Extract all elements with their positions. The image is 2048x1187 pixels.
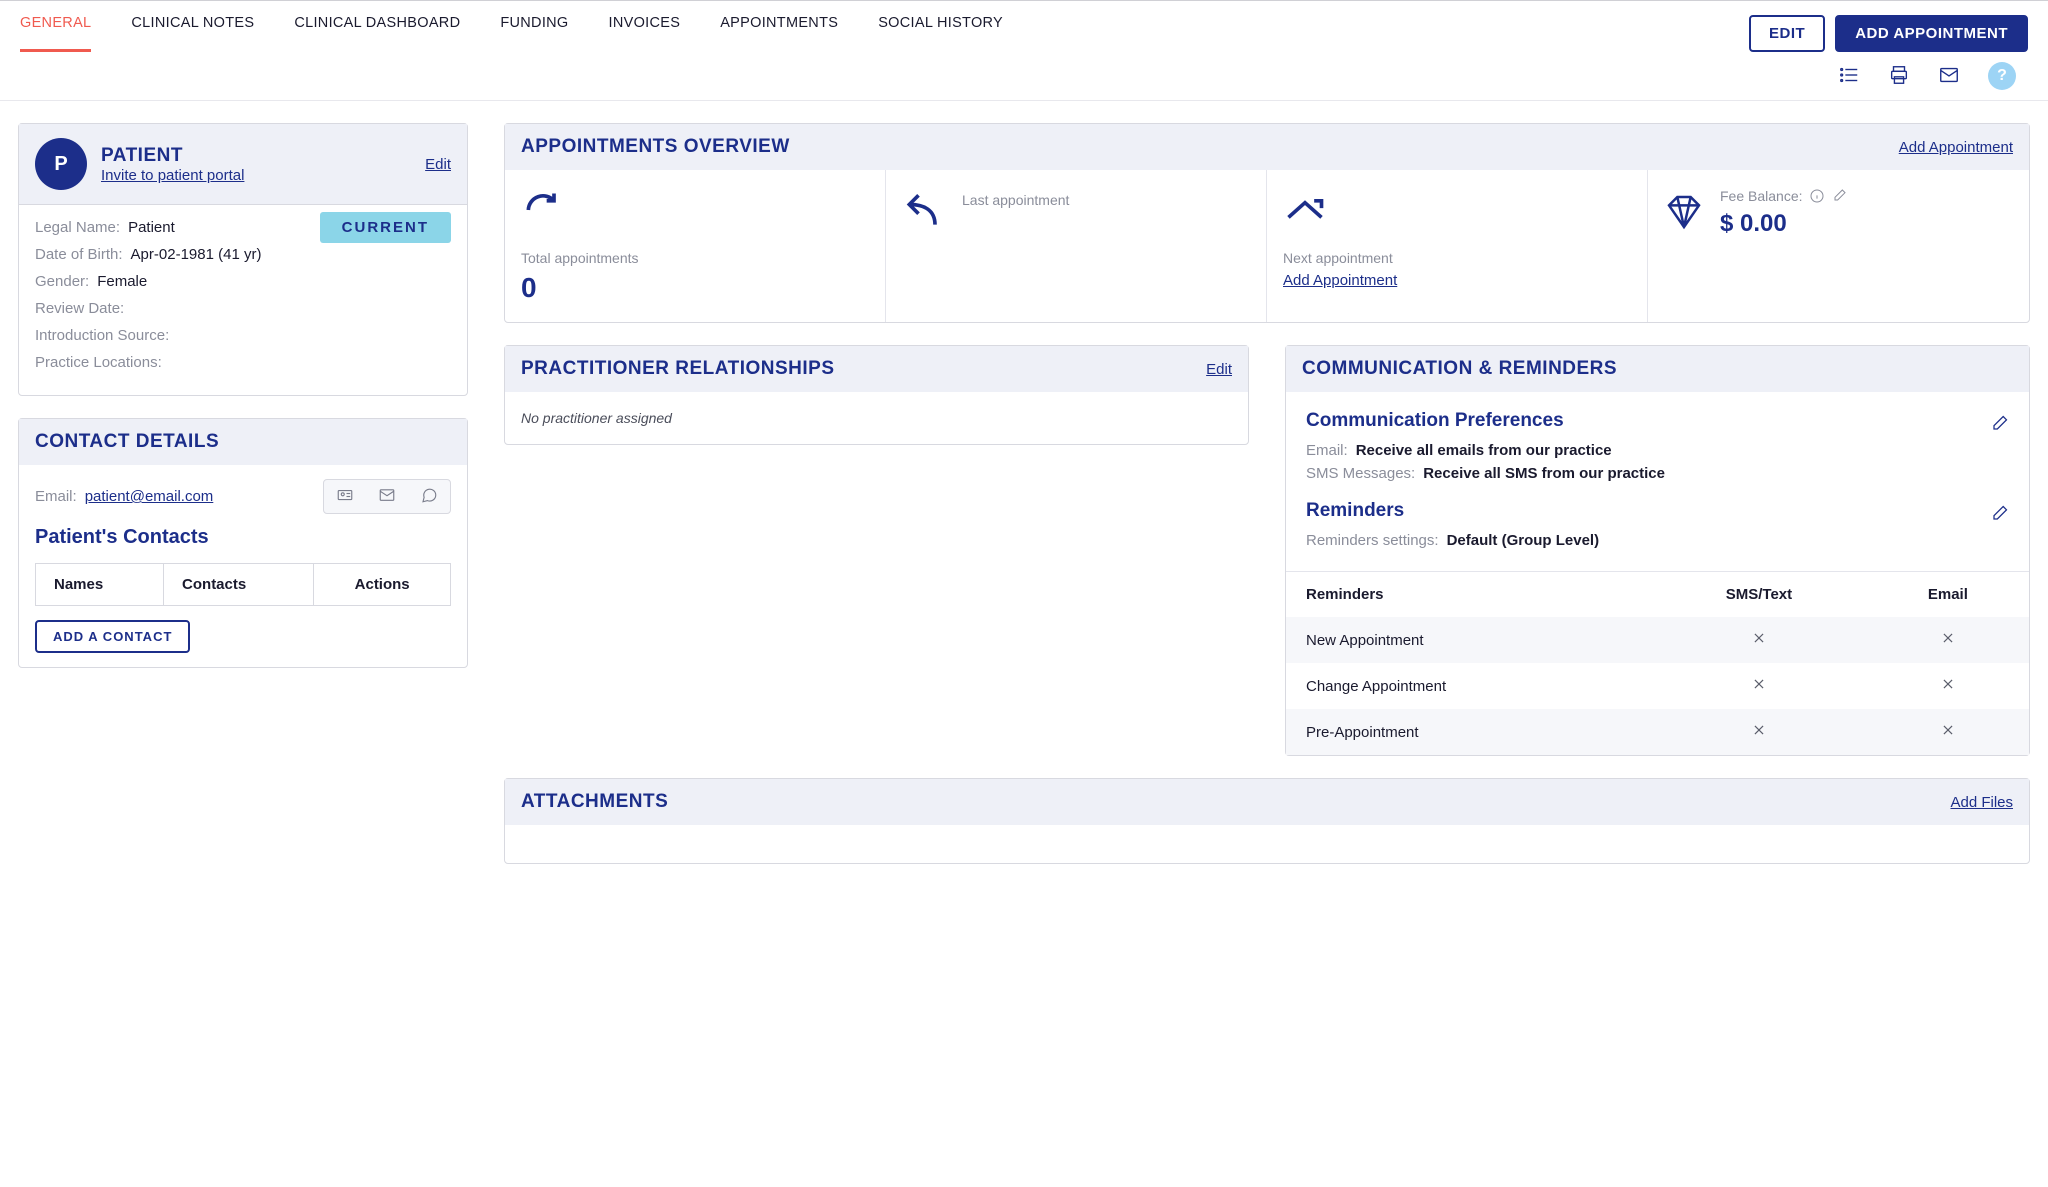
- rem-row-1-sms: [1651, 663, 1867, 709]
- comm-pref-title: Communication Preferences: [1306, 410, 1564, 432]
- rem-col-sms: SMS/Text: [1651, 572, 1867, 618]
- tab-appointments[interactable]: APPOINTMENTS: [720, 15, 838, 52]
- top-bar: GENERAL CLINICAL NOTES CLINICAL DASHBOAR…: [0, 0, 2048, 52]
- rem-row-1-label: Change Appointment: [1286, 663, 1651, 709]
- attachments-title: ATTACHMENTS: [521, 791, 668, 813]
- refresh-icon: [521, 188, 869, 232]
- practitioner-empty: No practitioner assigned: [521, 406, 1232, 430]
- contacts-table: Names Contacts Actions: [35, 563, 451, 606]
- rem-row-0-sms: [1651, 617, 1867, 663]
- communication-title: COMMUNICATION & REMINDERS: [1302, 358, 1617, 380]
- total-label: Total appointments: [521, 250, 869, 266]
- tab-clinical-notes[interactable]: CLINICAL NOTES: [131, 15, 254, 52]
- contact-details-title: CONTACT DETAILS: [35, 431, 219, 453]
- rem-row-2-email: [1867, 709, 2029, 755]
- patient-edit-link[interactable]: Edit: [425, 156, 451, 173]
- rem-row-2-sms: [1651, 709, 1867, 755]
- pref-sms-value: Receive all SMS from our practice: [1423, 465, 1665, 482]
- legal-name-value: Patient: [128, 219, 175, 236]
- col-contacts: Contacts: [164, 564, 314, 606]
- rem-row-0-label: New Appointment: [1286, 617, 1651, 663]
- total-value: 0: [521, 272, 869, 304]
- col-actions: Actions: [314, 564, 451, 606]
- reminders-table: Reminders SMS/Text Email New Appointment…: [1286, 571, 2029, 755]
- fee-balance-value: $ 0.00: [1720, 210, 2013, 238]
- gender-value: Female: [97, 273, 147, 290]
- add-contact-button[interactable]: ADD A CONTACT: [35, 620, 190, 653]
- pref-email-label: Email:: [1306, 442, 1348, 459]
- pencil-icon[interactable]: [1831, 188, 1847, 204]
- tab-invoices[interactable]: INVOICES: [609, 15, 681, 52]
- reminder-row: Change Appointment: [1286, 663, 2029, 709]
- practitioner-edit-link[interactable]: Edit: [1206, 361, 1232, 378]
- header-actions: EDIT ADD APPOINTMENT: [1749, 15, 2028, 52]
- mail-small-icon[interactable]: [366, 480, 408, 513]
- practitioner-card: PRACTITIONER RELATIONSHIPS Edit No pract…: [504, 345, 1249, 445]
- rem-settings-value: Default (Group Level): [1447, 532, 1600, 549]
- mail-icon[interactable]: [1938, 64, 1960, 89]
- info-icon[interactable]: [1809, 188, 1825, 204]
- contact-icon-group: [323, 479, 451, 514]
- add-appointment-link[interactable]: Add Appointment: [1899, 139, 2013, 156]
- gender-label: Gender:: [35, 273, 89, 290]
- bounce-arrow-icon: [1283, 188, 1631, 232]
- add-appointment-button[interactable]: ADD APPOINTMENT: [1835, 15, 2028, 52]
- chat-icon[interactable]: [408, 480, 450, 513]
- reminder-row: New Appointment: [1286, 617, 2029, 663]
- intro-source-label: Introduction Source:: [35, 327, 169, 344]
- reminder-row: Pre-Appointment: [1286, 709, 2029, 755]
- email-label: Email:: [35, 488, 77, 505]
- appointments-overview-card: APPOINTMENTS OVERVIEW Add Appointment To…: [504, 123, 2030, 323]
- patient-card: P PATIENT Invite to patient portal Edit …: [18, 123, 468, 396]
- list-icon[interactable]: [1838, 64, 1860, 89]
- practitioner-title: PRACTITIONER RELATIONSHIPS: [521, 358, 835, 380]
- contacts-subheading: Patient's Contacts: [35, 526, 451, 549]
- tab-funding[interactable]: FUNDING: [500, 15, 568, 52]
- attachments-card: ATTACHMENTS Add Files: [504, 778, 2030, 864]
- status-badge: CURRENT: [320, 212, 451, 243]
- pref-edit-icon[interactable]: [1989, 414, 2009, 434]
- diamond-icon: [1664, 192, 1704, 235]
- review-date-label: Review Date:: [35, 300, 124, 317]
- rem-col-reminders: Reminders: [1286, 572, 1651, 618]
- next-appt-link[interactable]: Add Appointment: [1283, 272, 1631, 289]
- reminders-title: Reminders: [1306, 500, 1404, 522]
- dob-label: Date of Birth:: [35, 246, 123, 263]
- rem-col-email: Email: [1867, 572, 2029, 618]
- fee-balance-label: Fee Balance:: [1720, 188, 1803, 204]
- toolbar-icons: ?: [0, 52, 2048, 101]
- tab-social-history[interactable]: SOCIAL HISTORY: [878, 15, 1003, 52]
- back-arrow-icon: [902, 188, 946, 232]
- last-appt-label: Last appointment: [962, 192, 1069, 208]
- rem-row-1-email: [1867, 663, 2029, 709]
- print-icon[interactable]: [1888, 64, 1910, 89]
- rem-row-2-label: Pre-Appointment: [1286, 709, 1651, 755]
- col-names: Names: [36, 564, 164, 606]
- tab-general[interactable]: GENERAL: [20, 15, 91, 52]
- pref-email-value: Receive all emails from our practice: [1356, 442, 1612, 459]
- legal-name-label: Legal Name:: [35, 219, 120, 236]
- rem-settings-label: Reminders settings:: [1306, 532, 1439, 549]
- tab-clinical-dashboard[interactable]: CLINICAL DASHBOARD: [294, 15, 460, 52]
- communication-card: COMMUNICATION & REMINDERS Communication …: [1285, 345, 2030, 756]
- dob-value: Apr-02-1981 (41 yr): [131, 246, 262, 263]
- rem-row-0-email: [1867, 617, 2029, 663]
- help-icon[interactable]: ?: [1988, 62, 2016, 90]
- edit-button[interactable]: EDIT: [1749, 15, 1825, 52]
- email-value[interactable]: patient@email.com: [85, 488, 214, 505]
- reminders-edit-icon[interactable]: [1989, 504, 2009, 524]
- overview-title: APPOINTMENTS OVERVIEW: [521, 136, 790, 158]
- tabs: GENERAL CLINICAL NOTES CLINICAL DASHBOAR…: [20, 15, 1749, 52]
- add-files-link[interactable]: Add Files: [1950, 794, 2013, 811]
- contact-details-card: CONTACT DETAILS Email: patient@email.com…: [18, 418, 468, 668]
- id-card-icon[interactable]: [324, 480, 366, 513]
- next-appt-label: Next appointment: [1283, 250, 1631, 266]
- invite-portal-link[interactable]: Invite to patient portal: [101, 167, 244, 184]
- pref-sms-label: SMS Messages:: [1306, 465, 1415, 482]
- avatar: P: [35, 138, 87, 190]
- patient-title: PATIENT: [101, 145, 411, 167]
- practice-locations-label: Practice Locations:: [35, 354, 162, 371]
